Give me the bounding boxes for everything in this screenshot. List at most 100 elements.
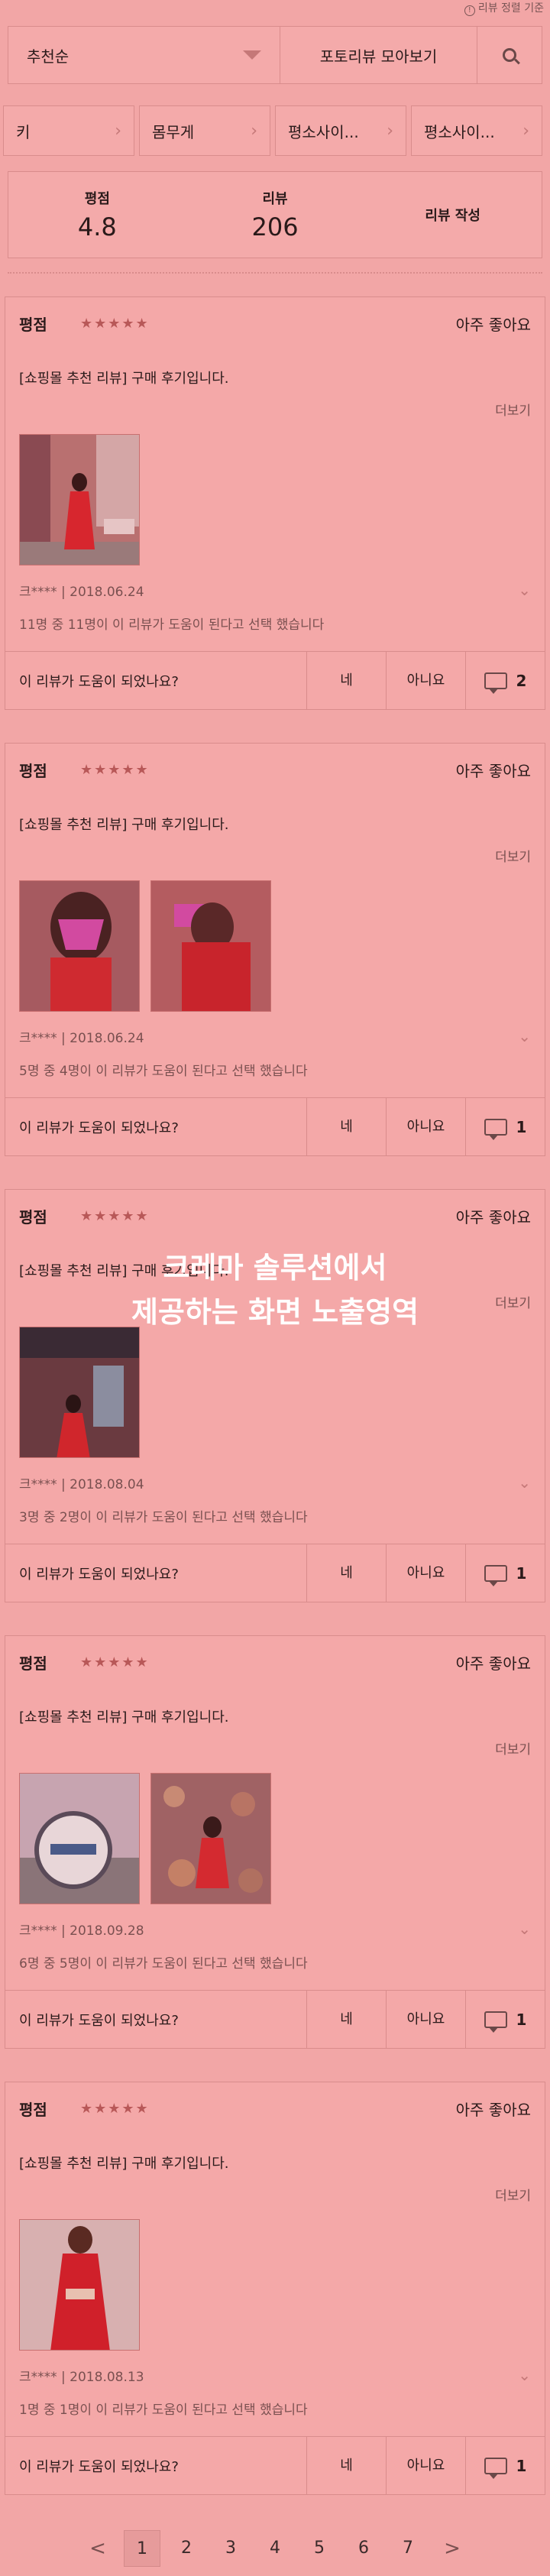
page-6-button[interactable]: 6 — [345, 2530, 382, 2567]
review-count-value: 206 — [251, 212, 299, 241]
review-title: [쇼핑몰 추천 리뷰] 구매 후기입니다. — [19, 2156, 229, 2172]
review-page: ! 리뷰 정렬 기준 추천순 포토리뷰 모아보기 키 › 몸무게 › 평소사이... ›… — [0, 0, 550, 2576]
sort-selected-label: 추천순 — [27, 47, 70, 66]
filter-usual-size-1[interactable]: 평소사이... › — [275, 105, 406, 156]
more-link[interactable]: 더보기 — [19, 846, 531, 865]
star-rating-icon: ★★★★★ — [80, 1654, 150, 1670]
review-sort-note[interactable]: ! 리뷰 정렬 기준 — [0, 0, 550, 17]
comment-count: 1 — [516, 2456, 527, 2475]
review-photo[interactable] — [19, 1327, 140, 1458]
filter-weight[interactable]: 몸무게 › — [139, 105, 270, 156]
review-meta: 크**** | 2018.09.28 ⌄ — [19, 1920, 531, 1939]
helpful-no-button[interactable]: 아니요 — [386, 2437, 465, 2494]
page-3-button[interactable]: 3 — [212, 2530, 249, 2567]
review-footer: 이 리뷰가 도움이 되었나요? 네 아니요 2 — [5, 651, 545, 709]
review-photo[interactable] — [19, 2219, 140, 2351]
info-icon: ! — [464, 5, 475, 16]
author-date: 크**** | 2018.06.24 — [19, 1031, 144, 1046]
review-header: 평점 ★★★★★ 아주 좋아요 — [5, 2082, 545, 2134]
write-review-button[interactable]: 리뷰 작성 — [364, 205, 542, 225]
rating-summary: 평점 4.8 — [8, 188, 186, 241]
review-photos — [19, 880, 531, 1012]
more-link[interactable]: 더보기 — [19, 1292, 531, 1311]
review-toolbar: 추천순 포토리뷰 모아보기 — [8, 26, 542, 84]
chevron-down-icon[interactable]: ⌄ — [518, 1027, 531, 1046]
search-button[interactable] — [477, 27, 542, 83]
filter-usual-size-2[interactable]: 평소사이... › — [411, 105, 542, 156]
author-date: 크**** | 2018.06.24 — [19, 585, 144, 600]
photo-reviews-button[interactable]: 포토리뷰 모아보기 — [280, 27, 477, 83]
helpful-no-button[interactable]: 아니요 — [386, 652, 465, 709]
helpful-question: 이 리뷰가 도움이 되었나요? — [19, 2458, 179, 2475]
review-card: 평점 ★★★★★ 아주 좋아요 [쇼핑몰 추천 리뷰] 구매 후기입니다. 더보… — [5, 1635, 545, 2049]
more-link[interactable]: 더보기 — [19, 400, 531, 419]
page-5-button[interactable]: 5 — [301, 2530, 338, 2567]
review-title: [쇼핑몰 추천 리뷰] 구매 후기입니다. — [19, 817, 229, 833]
helpful-no-button[interactable]: 아니요 — [386, 1098, 465, 1155]
more-link[interactable]: 더보기 — [19, 1738, 531, 1758]
comments-button[interactable]: 1 — [465, 1544, 545, 1602]
comments-button[interactable]: 1 — [465, 1098, 545, 1155]
chevron-right-icon: › — [115, 121, 121, 141]
helpful-yes-button[interactable]: 네 — [306, 2437, 386, 2494]
review-photo[interactable] — [150, 880, 271, 1012]
caret-down-icon — [243, 50, 261, 60]
chevron-right-icon: › — [387, 121, 393, 141]
helpful-question: 이 리뷰가 도움이 되었나요? — [19, 2012, 179, 2029]
review-photo[interactable] — [150, 1773, 271, 1904]
chevron-right-icon: › — [251, 121, 257, 141]
star-rating-icon: ★★★★★ — [80, 315, 150, 332]
comment-count: 2 — [516, 671, 527, 690]
review-meta: 크**** | 2018.08.04 ⌄ — [19, 1473, 531, 1492]
review-meta: 크**** | 2018.08.13 ⌄ — [19, 2366, 531, 2385]
comment-count: 1 — [516, 1117, 527, 1136]
page-7-button[interactable]: 7 — [390, 2530, 426, 2567]
review-header: 평점 ★★★★★ 아주 좋아요 — [5, 1190, 545, 1242]
review-verdict: 아주 좋아요 — [455, 1207, 531, 1226]
helpful-no-button[interactable]: 아니요 — [386, 1991, 465, 2048]
review-photo[interactable] — [19, 434, 140, 565]
helpful-yes-button[interactable]: 네 — [306, 1098, 386, 1155]
chevron-down-icon[interactable]: ⌄ — [518, 2366, 531, 2385]
rating-value: 4.8 — [77, 212, 117, 241]
chevron-down-icon[interactable]: ⌄ — [518, 581, 531, 600]
star-rating-icon: ★★★★★ — [80, 2100, 150, 2117]
helpful-count: 11명 중 11명이 이 리뷰가 도움이 된다고 선택 했습니다 — [19, 617, 325, 633]
review-title: [쇼핑몰 추천 리뷰] 구매 후기입니다. — [19, 1709, 229, 1725]
review-title: [쇼핑몰 추천 리뷰] 구매 후기입니다. — [19, 371, 229, 387]
comment-icon — [484, 2011, 507, 2033]
chevron-down-icon[interactable]: ⌄ — [518, 1920, 531, 1939]
divider — [8, 272, 542, 274]
filter-height[interactable]: 키 › — [3, 105, 134, 156]
review-footer: 이 리뷰가 도움이 되었나요? 네 아니요 1 — [5, 1097, 545, 1155]
next-page-button[interactable]: > — [434, 2537, 471, 2560]
review-verdict: 아주 좋아요 — [455, 761, 531, 780]
page-2-button[interactable]: 2 — [168, 2530, 205, 2567]
sort-dropdown[interactable]: 추천순 — [8, 27, 280, 83]
comments-button[interactable]: 1 — [465, 1991, 545, 2048]
review-meta: 크**** | 2018.06.24 ⌄ — [19, 581, 531, 600]
page-4-button[interactable]: 4 — [257, 2530, 293, 2567]
chevron-down-icon[interactable]: ⌄ — [518, 1473, 531, 1492]
review-verdict: 아주 좋아요 — [455, 315, 531, 334]
comment-count: 1 — [516, 2010, 527, 2029]
more-link[interactable]: 더보기 — [19, 2185, 531, 2204]
helpful-yes-button[interactable]: 네 — [306, 1544, 386, 1602]
prev-page-button[interactable]: < — [79, 2537, 116, 2560]
page-1-button[interactable]: 1 — [124, 2530, 160, 2567]
review-verdict: 아주 좋아요 — [455, 2100, 531, 2119]
helpful-question: 이 리뷰가 도움이 되었나요? — [19, 1566, 179, 1583]
comment-icon — [484, 672, 507, 694]
review-photos — [19, 1773, 531, 1904]
helpful-count: 6명 중 5명이 이 리뷰가 도움이 된다고 선택 했습니다 — [19, 1956, 308, 1972]
review-photo[interactable] — [19, 880, 140, 1012]
helpful-no-button[interactable]: 아니요 — [386, 1544, 465, 1602]
review-photo[interactable] — [19, 1773, 140, 1904]
review-title: [쇼핑몰 추천 리뷰] 구매 후기입니다. — [19, 1263, 229, 1279]
comments-button[interactable]: 2 — [465, 652, 545, 709]
comment-icon — [484, 1564, 507, 1586]
comments-button[interactable]: 1 — [465, 2437, 545, 2494]
helpful-yes-button[interactable]: 네 — [306, 652, 386, 709]
helpful-yes-button[interactable]: 네 — [306, 1991, 386, 2048]
review-footer: 이 리뷰가 도움이 되었나요? 네 아니요 1 — [5, 1990, 545, 2048]
